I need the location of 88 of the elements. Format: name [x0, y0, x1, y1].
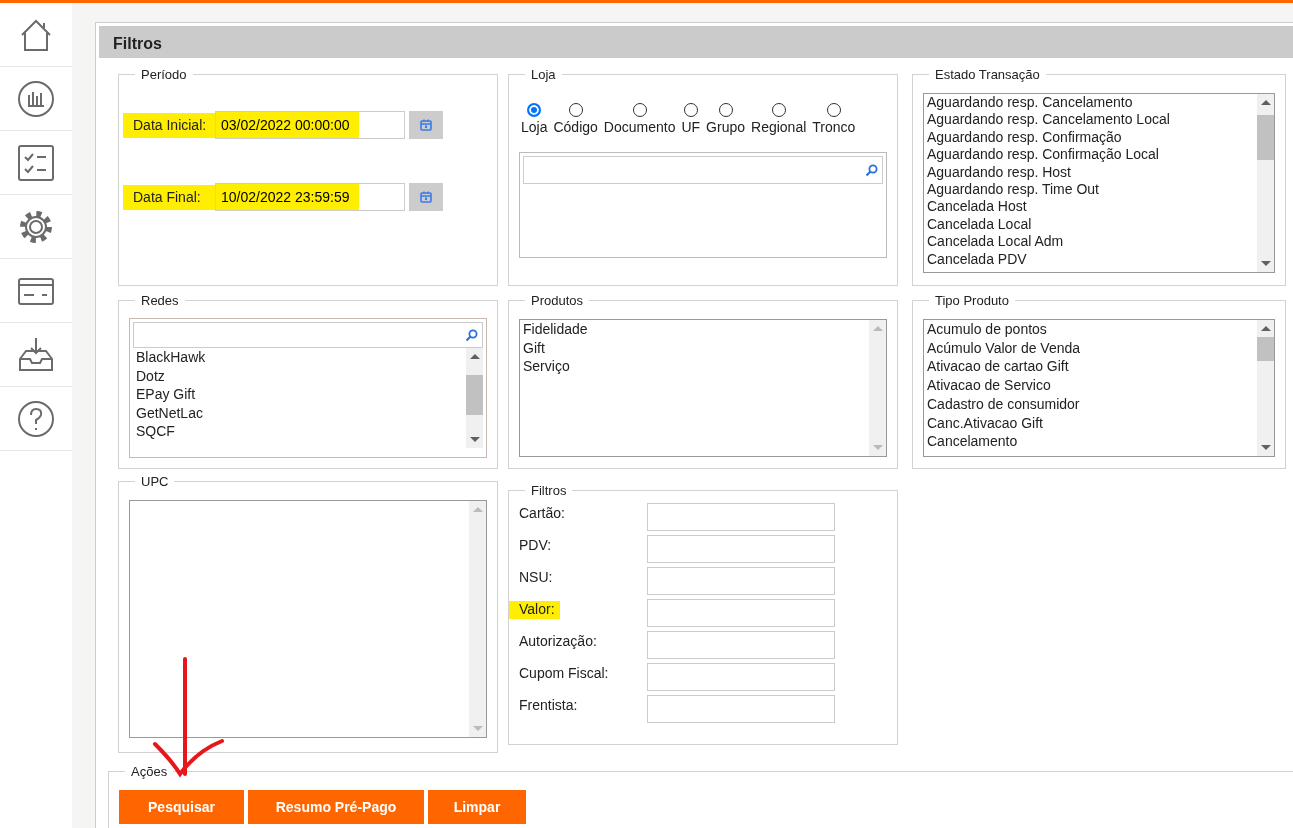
calendar-button[interactable] — [409, 183, 443, 211]
scrollbar[interactable] — [466, 348, 483, 448]
list-option[interactable]: Aguardando resp. Cancelamento Local — [927, 111, 1254, 129]
calendar-icon — [420, 119, 432, 131]
calendar-icon — [420, 191, 432, 203]
list-option[interactable]: Acúmulo Valor de Venda — [927, 338, 1254, 358]
radio-label: Tronco — [812, 118, 856, 137]
group-label: Redes — [140, 294, 180, 307]
field-label: Cartão: — [518, 505, 566, 523]
radio-button[interactable] — [632, 103, 647, 117]
text-field[interactable] — [647, 663, 835, 691]
group-label: Ações — [130, 765, 169, 778]
list-option[interactable]: Cancelada PDV — [927, 250, 1254, 269]
radio-button[interactable] — [527, 103, 542, 117]
scroll-thumb[interactable] — [466, 375, 483, 415]
field-label: NSU: — [518, 569, 554, 587]
search-field[interactable] — [133, 322, 483, 348]
radio-label: Grupo — [706, 118, 746, 137]
list-option[interactable]: Acumulo de pontos — [927, 320, 1254, 339]
field-label: PDV: — [518, 537, 553, 555]
search-icon[interactable] — [865, 163, 878, 177]
list-option[interactable]: EPay Gift — [136, 385, 463, 404]
radio-label: Documento — [603, 118, 676, 137]
list-option[interactable]: Canc.Ativacao Gift — [927, 413, 1254, 433]
list-option[interactable]: Cancelamento — [927, 432, 1254, 451]
list-option[interactable]: Ativacao de cartao Gift — [927, 357, 1254, 377]
group-label: UPC — [140, 475, 170, 488]
radio-button[interactable] — [568, 103, 583, 117]
text-field[interactable] — [647, 503, 835, 531]
list-option[interactable]: Cadastro de consumidor — [927, 394, 1254, 414]
search-icon[interactable] — [465, 328, 478, 342]
scroll-thumb[interactable] — [1257, 115, 1274, 160]
list-option[interactable]: Aguardando resp. Host — [927, 163, 1254, 182]
list-box[interactable]: BlackHawk Dotz EPay Gift GetNetLac SQCF — [129, 318, 487, 458]
field-label: Valor: — [509, 601, 560, 619]
field-label: Data Final: — [123, 184, 215, 210]
radio-label: UF — [681, 118, 701, 137]
calendar-button[interactable] — [409, 111, 443, 139]
radio-button[interactable] — [771, 103, 786, 117]
list-option[interactable]: Cancelada Host — [927, 198, 1254, 216]
scrollbar[interactable] — [1257, 94, 1274, 272]
group-label: Filtros — [530, 484, 568, 497]
list-option[interactable]: Fidelidade — [523, 320, 866, 339]
list-box[interactable]: Fidelidade Gift Serviço — [519, 319, 887, 457]
field-label: Data Inicial: — [123, 112, 215, 138]
text-field[interactable] — [647, 695, 835, 723]
scroll-thumb[interactable] — [1257, 337, 1274, 361]
list-option[interactable]: Cancelada Local Adm — [927, 233, 1254, 251]
list-option[interactable]: Aguardando resp. Confirmação — [927, 128, 1254, 147]
group-label: Tipo Produto — [934, 294, 1010, 307]
list-option[interactable]: Aguardando resp. Time Out — [927, 181, 1254, 199]
list-option[interactable]: SQCF — [136, 422, 463, 441]
list-option[interactable]: GetNetLac — [136, 403, 463, 422]
list-option[interactable]: Ativacao de Servico — [927, 376, 1254, 395]
group-label: Loja — [530, 68, 557, 81]
text-field[interactable] — [647, 631, 835, 659]
help-icon[interactable] — [16, 398, 56, 439]
field-label: Cupom Fiscal: — [518, 665, 610, 683]
radio-label: Loja — [521, 118, 548, 137]
radio-button[interactable] — [718, 103, 733, 117]
group-label: Período — [140, 68, 188, 81]
list-option[interactable]: BlackHawk — [136, 348, 463, 367]
radio-label: Regional — [751, 118, 807, 137]
list-option[interactable]: Aguardando resp. Cancelamento — [927, 94, 1254, 112]
date-field[interactable]: 03/02/2022 00:00:00 — [215, 111, 405, 139]
checklist-icon[interactable] — [16, 142, 56, 183]
field-label: Autorização: — [518, 633, 598, 651]
list-option[interactable]: Cancelada Local — [927, 215, 1254, 234]
list-box[interactable]: Acumulo de pontos Acúmulo Valor de Venda Ativacao de cartao Gift Ativacao de Servico Cadastro de consumidor Canc.Ativacao Gift Cancelamento — [923, 319, 1275, 457]
text-field[interactable] — [647, 599, 835, 627]
search-field[interactable] — [523, 156, 883, 184]
panel-header: Filtros — [99, 26, 1293, 58]
group-label: Produtos — [530, 294, 585, 307]
radio-button[interactable] — [683, 103, 698, 117]
field-label: Frentista: — [518, 697, 579, 715]
text-field[interactable] — [647, 567, 835, 595]
list-option[interactable]: Gift — [523, 338, 866, 357]
radio-label: Código — [553, 118, 598, 137]
list-option[interactable]: Aguardando resp. Confirmação Local — [927, 146, 1254, 164]
list-box[interactable] — [923, 93, 1275, 273]
group-label: Estado Transação — [934, 68, 1041, 81]
scrollbar[interactable] — [1257, 320, 1274, 456]
list-option[interactable]: Serviço — [523, 357, 866, 376]
date-field[interactable]: 10/02/2022 23:59:59 — [215, 183, 405, 211]
text-field[interactable] — [647, 535, 835, 563]
list-option[interactable]: Dotz — [136, 366, 463, 385]
radio-button[interactable] — [826, 103, 841, 117]
chart-icon[interactable] — [16, 78, 56, 119]
